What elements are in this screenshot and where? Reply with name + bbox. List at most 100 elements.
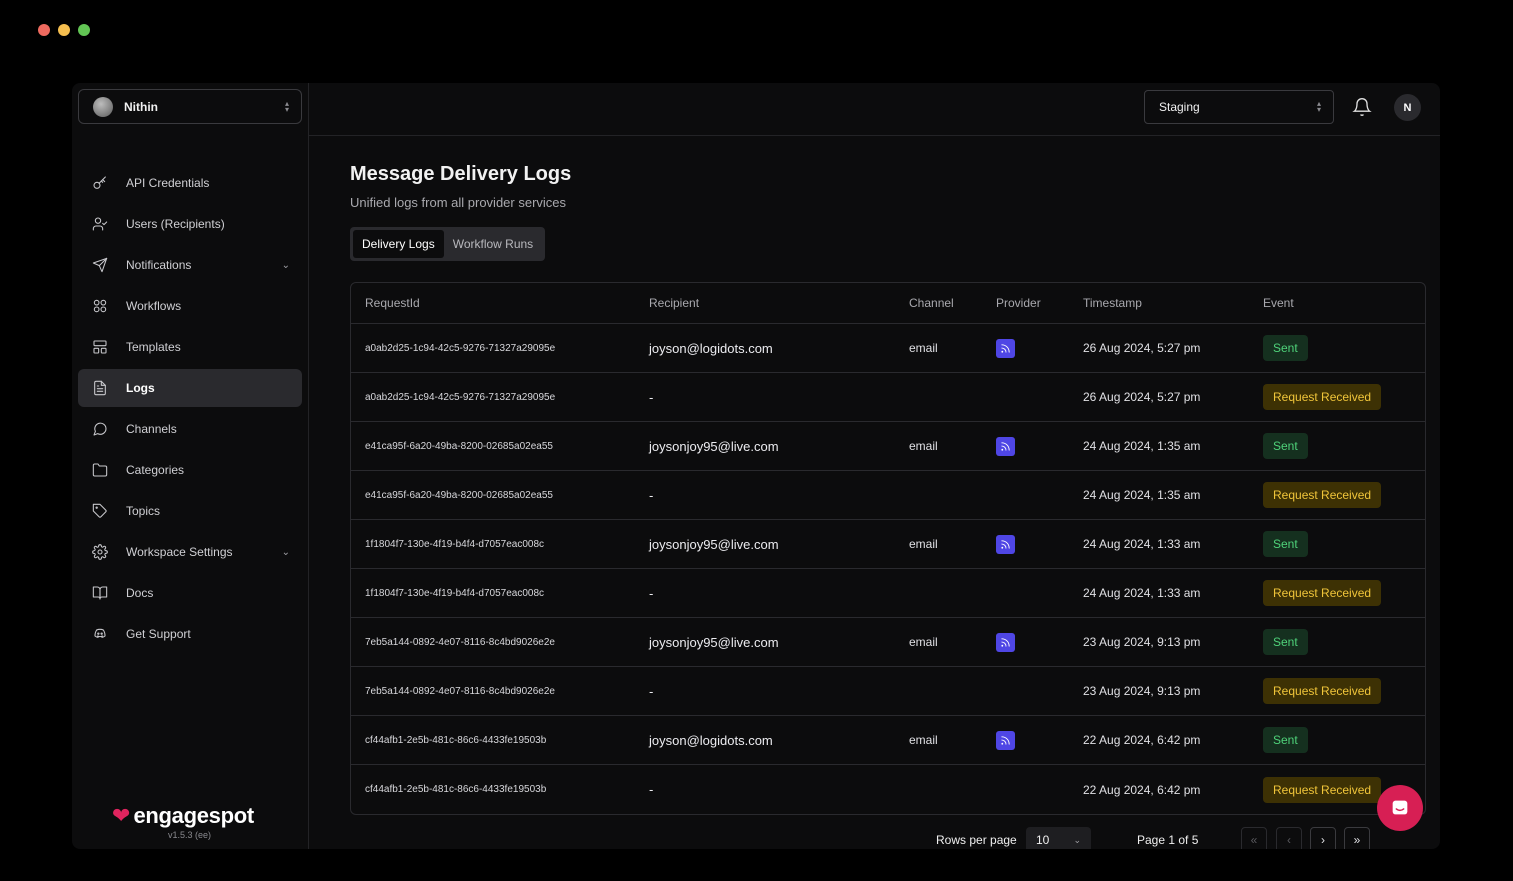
folder-icon [92, 462, 108, 478]
recipient-cell: - [649, 585, 654, 601]
request-id-cell: e41ca95f-6a20-49ba-8200-02685a02ea55 [365, 440, 553, 452]
minimize-window-button[interactable] [58, 24, 70, 36]
bell-icon[interactable] [1352, 97, 1372, 117]
event-cell: Request Received [1249, 482, 1425, 508]
sidebar-item-label: Docs [126, 586, 154, 600]
recipient-cell: joysonjoy95@live.com [649, 438, 779, 454]
event-cell: Sent [1249, 629, 1425, 655]
sidebar-item-workflows[interactable]: Workflows [78, 287, 302, 325]
window-controls [38, 24, 90, 36]
table-row[interactable]: cf44afb1-2e5b-481c-86c6-4433fe19503b joys… [351, 716, 1425, 765]
heart-logo-icon: ❤ [112, 803, 131, 828]
sidebar-item-workspace-settings[interactable]: Workspace Settings ⌄ [78, 533, 302, 571]
event-cell: Sent [1249, 335, 1425, 361]
sidebar-item-get-support[interactable]: Get Support [78, 615, 302, 653]
request-id-cell: e41ca95f-6a20-49ba-8200-02685a02ea55 [365, 489, 553, 501]
timestamp-cell: 23 Aug 2024, 9:13 pm [1083, 635, 1201, 649]
previous-page-button[interactable]: ‹ [1276, 827, 1302, 849]
channel-cell: email [909, 537, 938, 551]
sidebar-item-api-credentials[interactable]: API Credentials [78, 164, 302, 202]
event-cell: Sent [1249, 531, 1425, 557]
pagination: Rows per page 10 ⌄ Page 1 of 5 « ‹ › » [309, 827, 1440, 849]
sidebar-item-docs[interactable]: Docs [78, 574, 302, 612]
timestamp-cell: 26 Aug 2024, 5:27 pm [1083, 341, 1201, 355]
timestamp-cell: 22 Aug 2024, 6:42 pm [1083, 782, 1201, 797]
event-cell: Sent [1249, 727, 1425, 753]
brand-name: engagespot [133, 803, 254, 828]
event-status-badge: Sent [1263, 629, 1308, 655]
sidebar-item-notifications[interactable]: Notifications ⌄ [78, 246, 302, 284]
layout-icon [92, 339, 108, 355]
table-row[interactable]: cf44afb1-2e5b-481c-86c6-4433fe19503b - 22 … [351, 765, 1425, 814]
timestamp-cell: 22 Aug 2024, 6:42 pm [1083, 733, 1201, 747]
table-row[interactable]: e41ca95f-6a20-49ba-8200-02685a02ea55 joys… [351, 422, 1425, 471]
workspace-name: Nithin [124, 99, 158, 114]
table-row[interactable]: 7eb5a144-0892-4e07-8116-8c4bd9026e2e - 23 … [351, 667, 1425, 716]
table-row[interactable]: e41ca95f-6a20-49ba-8200-02685a02ea55 - 24 … [351, 471, 1425, 520]
table-row[interactable]: a0ab2d25-1c94-42c5-9276-71327a29095e joys… [351, 324, 1425, 373]
tab-delivery-logs[interactable]: Delivery Logs [353, 230, 444, 258]
request-id-cell: 7eb5a144-0892-4e07-8116-8c4bd9026e2e [365, 636, 555, 648]
workflow-icon [92, 298, 108, 314]
last-page-button[interactable]: » [1344, 827, 1370, 849]
workspace-avatar [93, 96, 113, 117]
column-header-event[interactable]: Event [1249, 296, 1425, 310]
key-icon [92, 175, 108, 191]
column-header-timestamp[interactable]: Timestamp [1069, 296, 1249, 310]
file-text-icon [92, 380, 108, 396]
column-header-channel[interactable]: Channel [895, 296, 982, 310]
chat-icon [1392, 800, 1408, 815]
delivery-logs-table: RequestId Recipient Channel Provider Tim… [350, 282, 1426, 815]
provider-cell [982, 730, 1069, 750]
sidebar-item-users-recipients[interactable]: Users (Recipients) [78, 205, 302, 243]
column-header-provider[interactable]: Provider [982, 296, 1069, 310]
timestamp-cell: 24 Aug 2024, 1:33 am [1083, 537, 1201, 551]
email-provider-icon [996, 632, 1015, 652]
event-status-badge: Request Received [1263, 776, 1382, 803]
sidebar-item-topics[interactable]: Topics [78, 492, 302, 530]
recipient-cell: - [649, 487, 654, 503]
provider-cell [982, 632, 1069, 652]
next-page-button[interactable]: › [1310, 827, 1336, 849]
close-window-button[interactable] [38, 24, 50, 36]
event-cell: Request Received [1249, 384, 1425, 410]
send-icon [92, 257, 108, 273]
environment-selector[interactable]: Staging ▴ ▾ [1144, 90, 1334, 124]
sidebar-item-label: Topics [126, 504, 161, 518]
recipient-cell: - [649, 782, 654, 797]
event-status-badge: Request Received [1263, 384, 1382, 410]
event-status-badge: Sent [1263, 531, 1308, 557]
table-row[interactable]: a0ab2d25-1c94-42c5-9276-71327a29095e - 26 … [351, 373, 1425, 422]
chat-support-button[interactable] [1377, 785, 1423, 831]
table-row[interactable]: 1f1804f7-130e-4f19-b4f4-d7057eac008c - 24 … [351, 569, 1425, 618]
request-id-cell: a0ab2d25-1c94-42c5-9276-71327a29095e [365, 342, 556, 354]
sidebar-item-channels[interactable]: Channels [78, 410, 302, 448]
column-header-request-id[interactable]: RequestId [351, 296, 635, 310]
tag-icon [92, 503, 108, 519]
column-header-recipient[interactable]: Recipient [635, 296, 895, 310]
sidebar-item-logs[interactable]: Logs [78, 369, 302, 407]
event-status-badge: Request Received [1263, 580, 1382, 606]
sidebar-item-templates[interactable]: Templates [78, 328, 302, 366]
sidebar-item-categories[interactable]: Categories [78, 451, 302, 489]
request-id-cell: cf44afb1-2e5b-481c-86c6-4433fe19503b [365, 734, 547, 746]
maximize-window-button[interactable] [78, 24, 90, 36]
provider-cell [982, 338, 1069, 358]
table-row[interactable]: 7eb5a144-0892-4e07-8116-8c4bd9026e2e joys… [351, 618, 1425, 667]
rows-per-page-value: 10 [1036, 833, 1050, 847]
sidebar-item-label: Get Support [126, 627, 191, 641]
tab-workflow-runs[interactable]: Workflow Runs [444, 230, 542, 258]
recipient-cell: joysonjoy95@live.com [649, 634, 779, 650]
first-page-button[interactable]: « [1241, 827, 1267, 849]
rows-per-page-select[interactable]: 10 ⌄ [1026, 827, 1091, 849]
timestamp-cell: 24 Aug 2024, 1:33 am [1083, 586, 1201, 600]
request-id-cell: 7eb5a144-0892-4e07-8116-8c4bd9026e2e [365, 685, 555, 697]
main-content: Staging ▴ ▾ N Message Delivery Logs Unifi… [309, 83, 1440, 849]
recipient-cell: joyson@logidots.com [649, 340, 773, 356]
sidebar-item-label: Workflows [126, 299, 182, 313]
workspace-selector[interactable]: Nithin ▴ ▾ [78, 89, 302, 124]
book-icon [92, 585, 108, 601]
table-row[interactable]: 1f1804f7-130e-4f19-b4f4-d7057eac008c joys… [351, 520, 1425, 569]
channel-cell: email [909, 439, 938, 453]
user-avatar[interactable]: N [1394, 94, 1421, 121]
